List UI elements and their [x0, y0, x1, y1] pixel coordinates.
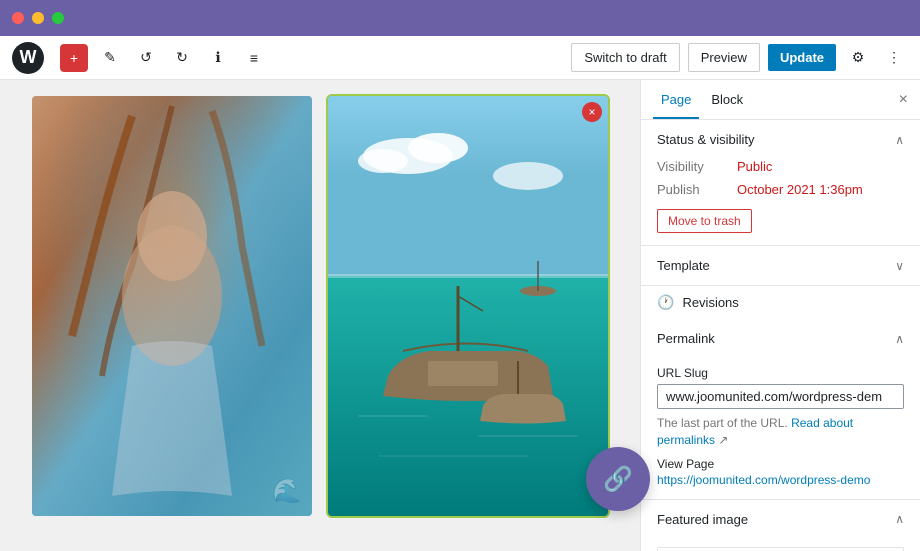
switch-draft-button[interactable]: Switch to draft	[571, 43, 679, 72]
info-button[interactable]: ℹ	[204, 44, 232, 72]
permalink-help: The last part of the URL. Read about per…	[657, 415, 904, 449]
featured-image-chevron: ∧	[895, 512, 904, 526]
main-layout: × Page Block × Status & visibility ∧ Vis…	[0, 80, 920, 551]
link-icon: 🔗	[603, 465, 633, 494]
more-options-button[interactable]: ⋮	[880, 44, 908, 72]
toolbar: W + ✎ ↺ ↻ ℹ ≡ Switch to draft Preview Up…	[0, 36, 920, 80]
status-visibility-title: Status & visibility	[657, 132, 755, 147]
wp-logo: W	[12, 42, 44, 74]
tab-block[interactable]: Block	[703, 80, 751, 119]
move-trash-button[interactable]: Move to trash	[657, 209, 752, 233]
featured-image-body: Set featured image	[641, 539, 920, 551]
template-header[interactable]: Template ∨	[641, 246, 920, 285]
update-button[interactable]: Update	[768, 44, 836, 71]
revisions-icon: 🕐	[657, 294, 674, 311]
permalink-body: URL Slug The last part of the URL. Read …	[641, 358, 920, 499]
toolbar-right: Switch to draft Preview Update ⚙ ⋮	[571, 43, 908, 72]
url-slug-input[interactable]	[657, 384, 904, 409]
revisions-row[interactable]: 🕐 Revisions	[641, 286, 920, 319]
settings-button[interactable]: ⚙	[844, 44, 872, 72]
status-visibility-body: Visibility Public Publish October 2021 1…	[641, 159, 920, 245]
permalink-title: Permalink	[657, 331, 715, 346]
visibility-row: Visibility Public	[657, 159, 904, 174]
template-chevron: ∨	[895, 259, 904, 273]
purple-blob-decoration: 🔗	[586, 447, 650, 511]
traffic-light-green[interactable]	[52, 12, 64, 24]
preview-button[interactable]: Preview	[688, 43, 760, 72]
permalink-chevron: ∧	[895, 332, 904, 346]
titlebar	[0, 0, 920, 36]
sidebar-tabs: Page Block ×	[641, 80, 920, 120]
image-card-1[interactable]	[32, 96, 312, 516]
permalink-header[interactable]: Permalink ∧	[641, 319, 920, 358]
featured-image-section: Featured image ∧ Set featured image	[641, 500, 920, 551]
traffic-light-red[interactable]	[12, 12, 24, 24]
url-slug-label: URL Slug	[657, 366, 904, 380]
publish-value: October 2021 1:36pm	[737, 182, 863, 197]
visibility-label: Visibility	[657, 159, 737, 174]
status-visibility-section: Status & visibility ∧ Visibility Public …	[641, 120, 920, 246]
undo-button[interactable]: ↺	[132, 44, 160, 72]
close-image-button[interactable]: ×	[582, 102, 602, 122]
underwater-image	[32, 96, 312, 516]
image-1-placeholder	[32, 96, 312, 516]
pencil-button[interactable]: ✎	[96, 44, 124, 72]
featured-image-header[interactable]: Featured image ∧	[641, 500, 920, 539]
view-page-link[interactable]: https://joomunited.com/wordpress-demo	[657, 473, 904, 487]
redo-button[interactable]: ↻	[168, 44, 196, 72]
permalink-section: Permalink ∧ URL Slug The last part of th…	[641, 319, 920, 500]
image-card-2[interactable]: ×	[328, 96, 608, 516]
boats-image	[328, 96, 608, 516]
sidebar-close-button[interactable]: ×	[899, 91, 908, 109]
traffic-light-yellow[interactable]	[32, 12, 44, 24]
featured-image-title: Featured image	[657, 512, 748, 527]
set-featured-image-button[interactable]: Set featured image	[657, 547, 904, 551]
publish-row: Publish October 2021 1:36pm	[657, 182, 904, 197]
view-page-label: View Page	[657, 457, 904, 471]
template-title: Template	[657, 258, 710, 273]
status-visibility-header[interactable]: Status & visibility ∧	[641, 120, 920, 159]
revisions-label: Revisions	[682, 295, 738, 310]
visibility-value: Public	[737, 159, 772, 174]
publish-label: Publish	[657, 182, 737, 197]
list-view-button[interactable]: ≡	[240, 44, 268, 72]
template-section: Template ∨	[641, 246, 920, 286]
status-visibility-chevron: ∧	[895, 133, 904, 147]
tab-page[interactable]: Page	[653, 80, 699, 119]
sidebar: Page Block × Status & visibility ∧ Visib…	[640, 80, 920, 551]
add-button[interactable]: +	[60, 44, 88, 72]
image-2-placeholder	[328, 96, 608, 516]
canvas-area: ×	[0, 80, 640, 551]
